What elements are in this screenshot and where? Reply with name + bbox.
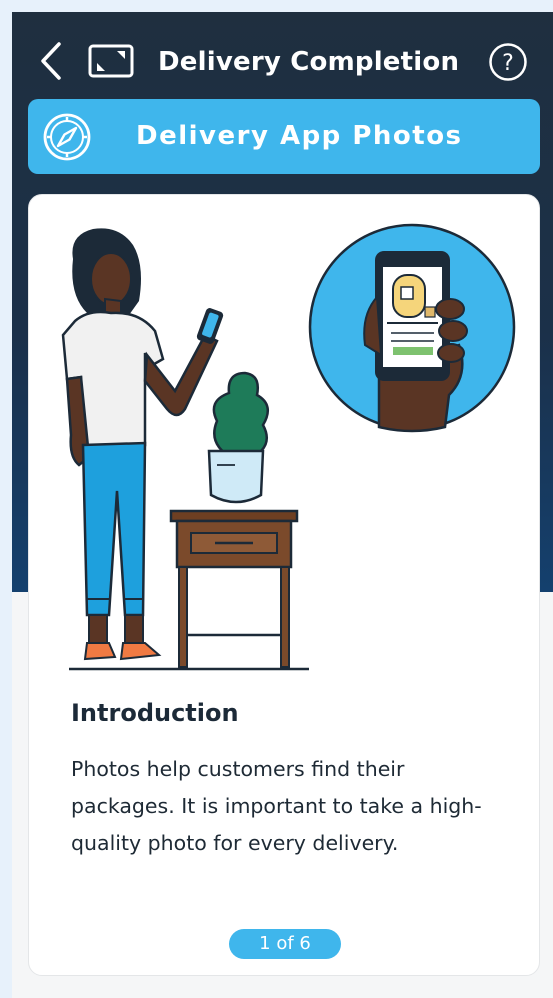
person-with-phone-icon xyxy=(61,228,224,661)
delivery-photo-illustration xyxy=(61,223,516,671)
top-bar: Delivery Completion ? xyxy=(12,12,553,107)
page-indicator: 1 of 6 xyxy=(229,929,341,959)
expand-icon xyxy=(88,44,134,78)
app-screen: Delivery Completion ? Delivery App Photo… xyxy=(12,12,553,998)
card-title: Introduction xyxy=(71,699,239,727)
tutorial-card: Introduction Photos help customers find … xyxy=(28,194,540,976)
help-glyph: ? xyxy=(502,51,514,76)
potted-plant-icon xyxy=(207,371,270,504)
delivery-app-photos-banner[interactable]: Delivery App Photos xyxy=(28,99,540,174)
card-description: Photos help customers find their package… xyxy=(71,757,482,855)
question-circle-icon: ? xyxy=(489,43,527,81)
help-button[interactable]: ? xyxy=(488,42,528,82)
chevron-left-icon xyxy=(41,42,61,80)
page-title: Delivery Completion xyxy=(158,47,460,77)
banner-label: Delivery App Photos xyxy=(136,121,463,151)
compass-icon xyxy=(43,113,91,161)
side-table-icon xyxy=(169,509,299,668)
back-button[interactable] xyxy=(34,40,68,82)
expand-button[interactable] xyxy=(88,44,134,78)
phone-in-hand-icon xyxy=(308,223,516,433)
